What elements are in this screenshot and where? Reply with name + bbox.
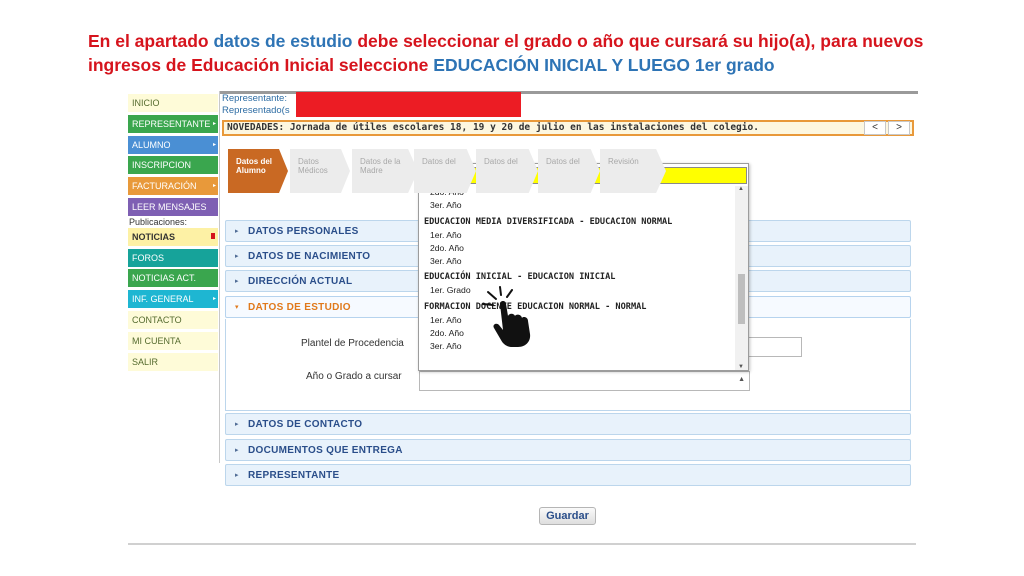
save-button[interactable]: Guardar <box>539 507 596 525</box>
news-ticker: NOVEDADES: Jornada de útiles escolares 1… <box>222 120 914 136</box>
news-prev-button[interactable]: < <box>864 121 886 135</box>
sidebar-item-representante[interactable]: REPRESENTANTE ▸ <box>128 114 218 133</box>
grado-label: Año o Grado a cursar <box>306 371 402 382</box>
caret-right-icon: ▸ <box>235 228 239 235</box>
caret-right-icon: ▸ <box>235 278 239 285</box>
caret-right-icon: ▸ <box>235 253 239 260</box>
chevron-right-icon: ▸ <box>212 141 216 148</box>
step-datos-madre[interactable]: Datos de la Madre <box>352 149 418 193</box>
sidebar: INICIO REPRESENTANTE ▸ ALUMNO ▸ INSCRIPCIO… <box>128 94 218 373</box>
sidebar-item-foros[interactable]: FOROS <box>128 248 218 267</box>
dropdown-option[interactable]: 3er. Año <box>419 255 735 268</box>
scroll-up-icon[interactable]: ▲ <box>738 186 744 192</box>
new-badge-icon <box>211 232 215 239</box>
dropdown-list: 2do. Año 3er. Año EDUCACION MEDIA DIVERS… <box>419 186 735 354</box>
section-representante[interactable]: ▸ REPRESENTANTE <box>225 464 911 486</box>
sidebar-item-contacto[interactable]: CONTACTO <box>128 310 218 329</box>
sidebar-item-alumno[interactable]: ALUMNO ▸ <box>128 135 218 154</box>
chevron-right-icon: ▸ <box>212 183 216 190</box>
hand-pointer-icon <box>482 286 531 347</box>
dropdown-option[interactable]: 1er. Año <box>419 314 735 327</box>
news-next-button[interactable]: > <box>888 121 910 135</box>
dropdown-group-title: EDUCACIÓN INICIAL - EDUCACION INICIAL <box>424 272 616 283</box>
dropdown-option[interactable]: 2do. Año <box>419 327 735 340</box>
chevron-right-icon: ▸ <box>212 296 216 303</box>
dropdown-option[interactable]: 1er. Año <box>419 229 735 242</box>
step-datos-medicos[interactable]: Datos Médicos <box>290 149 350 193</box>
sidebar-item-facturacion[interactable]: FACTURACIÓN ▸ <box>128 177 218 196</box>
section-documentos[interactable]: ▸ DOCUMENTOS QUE ENTREGA <box>225 439 911 461</box>
step-revision[interactable]: Revisión <box>600 149 666 193</box>
scroll-thumb[interactable] <box>738 274 745 324</box>
step-datos-4[interactable]: Datos del <box>414 149 476 193</box>
sidebar-item-inf-general[interactable]: INF. GENERAL ▸ <box>128 290 218 309</box>
caret-right-icon: ▸ <box>235 421 239 428</box>
dropdown-option[interactable]: 2do. Año <box>419 242 735 255</box>
step-datos-alumno[interactable]: Datos del Alumno <box>228 149 288 193</box>
representante-label: Representante: <box>222 93 287 104</box>
section-datos-contacto[interactable]: ▸ DATOS DE CONTACTO <box>225 413 911 435</box>
sidebar-item-inicio[interactable]: INICIO <box>128 94 218 112</box>
dropdown-scrollbar[interactable]: ▲ ▼ <box>735 186 748 370</box>
dropdown-option[interactable]: 3er. Año <box>419 199 735 212</box>
redaction-block <box>296 92 521 117</box>
chevron-right-icon: ▸ <box>212 120 216 127</box>
caret-down-icon: ▾ <box>235 304 239 311</box>
plantel-label: Plantel de Procedencia <box>301 338 404 349</box>
wizard-steps: Datos del Alumno Datos Médicos Datos de la… <box>228 149 668 193</box>
caret-up-icon: ▲ <box>738 376 745 383</box>
representado-label: Representado(s <box>222 105 290 116</box>
grado-dropdown[interactable]: 2do. Año 3er. Año EDUCACION MEDIA DIVERS… <box>418 163 749 371</box>
sidebar-item-salir[interactable]: SALIR <box>128 352 218 371</box>
app-screenshot: INICIO REPRESENTANTE ▸ ALUMNO ▸ INSCRIPCIO… <box>128 91 918 547</box>
caret-right-icon: ▸ <box>235 472 239 479</box>
plantel-input[interactable] <box>748 337 802 357</box>
sidebar-item-noticias[interactable]: NOTICIAS <box>128 227 218 246</box>
caret-right-icon: ▸ <box>235 447 239 454</box>
dropdown-option-educacion-inicial-1er-grado[interactable]: 1er. Grado <box>419 284 735 297</box>
step-datos-6[interactable]: Datos del <box>538 149 600 193</box>
sidebar-item-inscripcion[interactable]: INSCRIPCION <box>128 156 218 175</box>
sidebar-item-leer-mensajes[interactable]: LEER MENSAJES <box>128 197 218 216</box>
instruction-headline: En el apartado datos de estudio debe sel… <box>88 31 924 75</box>
sidebar-item-mi-cuenta[interactable]: MI CUENTA <box>128 331 218 350</box>
dropdown-group-title: FORMACION DOCENTE EDUCACION NORMAL - NOR… <box>424 301 647 312</box>
dropdown-option[interactable]: 3er. Año <box>419 340 735 353</box>
news-text: NOVEDADES: Jornada de útiles escolares 1… <box>227 122 759 133</box>
grado-select[interactable]: ▲ <box>419 371 750 391</box>
publications-label: Publicaciones: <box>129 216 188 227</box>
step-datos-5[interactable]: Datos del <box>476 149 538 193</box>
sidebar-item-noticias-act[interactable]: NOTICIAS ACT. <box>128 269 218 288</box>
scroll-down-icon[interactable]: ▼ <box>738 364 744 370</box>
dropdown-group-title: EDUCACION MEDIA DIVERSIFICADA - EDUCACIO… <box>424 216 673 227</box>
